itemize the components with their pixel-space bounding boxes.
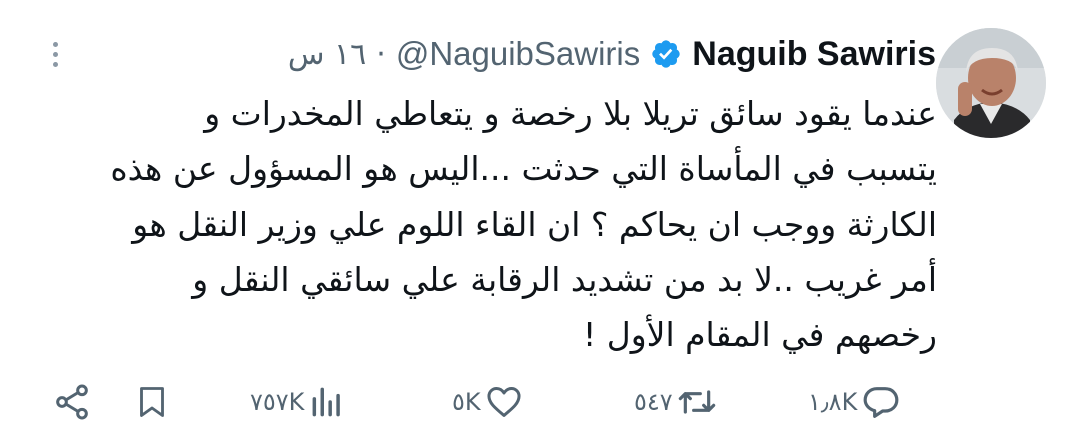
bookmark-icon (140, 387, 164, 417)
tweet-header: Naguib Sawiris @NaguibSawiris · ١٦ س (288, 34, 936, 74)
tweet-time[interactable]: ١٦ س (288, 37, 366, 72)
tweet-text-line: عندما يقود سائق تريلا بلا رخصة و يتعاطي … (204, 94, 937, 133)
retweet-count: ٥٤٧ (634, 388, 673, 416)
reply-count: ١٫٨K (808, 388, 858, 416)
views-button[interactable]: ٧٥٧K (250, 380, 346, 424)
reply-icon (863, 387, 899, 418)
share-icon (56, 384, 88, 420)
heart-icon (487, 387, 521, 417)
author-handle[interactable]: @NaguibSawiris (396, 35, 640, 73)
tweet-text: عندما يقود سائق تريلا بلا رخصة و يتعاطي … (57, 86, 937, 362)
bookmark-button[interactable] (134, 380, 170, 424)
tweet-text-line: الكارثة ووجب ان يحاكم ؟ ان القاء اللوم ع… (132, 204, 937, 244)
author-name[interactable]: Naguib Sawiris (692, 35, 936, 74)
retweet-icon (678, 390, 715, 414)
views-count: ٧٥٧K (250, 388, 305, 416)
retweet-button[interactable]: ٥٤٧ (634, 380, 717, 424)
tweet-text-line: أمر غريب ..لا بد من تشديد الرقابة علي سا… (192, 259, 937, 299)
like-button[interactable]: ٥K (452, 380, 523, 424)
views-icon (313, 387, 341, 417)
verified-badge-icon (650, 38, 682, 70)
header-separator: · (376, 36, 386, 72)
more-options-icon[interactable] (40, 34, 70, 74)
avatar[interactable] (936, 28, 1046, 138)
tweet-text-line: رخصهم في المقام الأول ! (583, 315, 937, 355)
share-button[interactable] (52, 380, 92, 424)
avatar-image (936, 28, 1046, 138)
like-count: ٥K (452, 388, 481, 416)
reply-button[interactable]: ١٫٨K (808, 380, 901, 424)
tweet-text-line: يتسبب في المأساة التي حدثت ...اليس هو ال… (110, 149, 937, 189)
